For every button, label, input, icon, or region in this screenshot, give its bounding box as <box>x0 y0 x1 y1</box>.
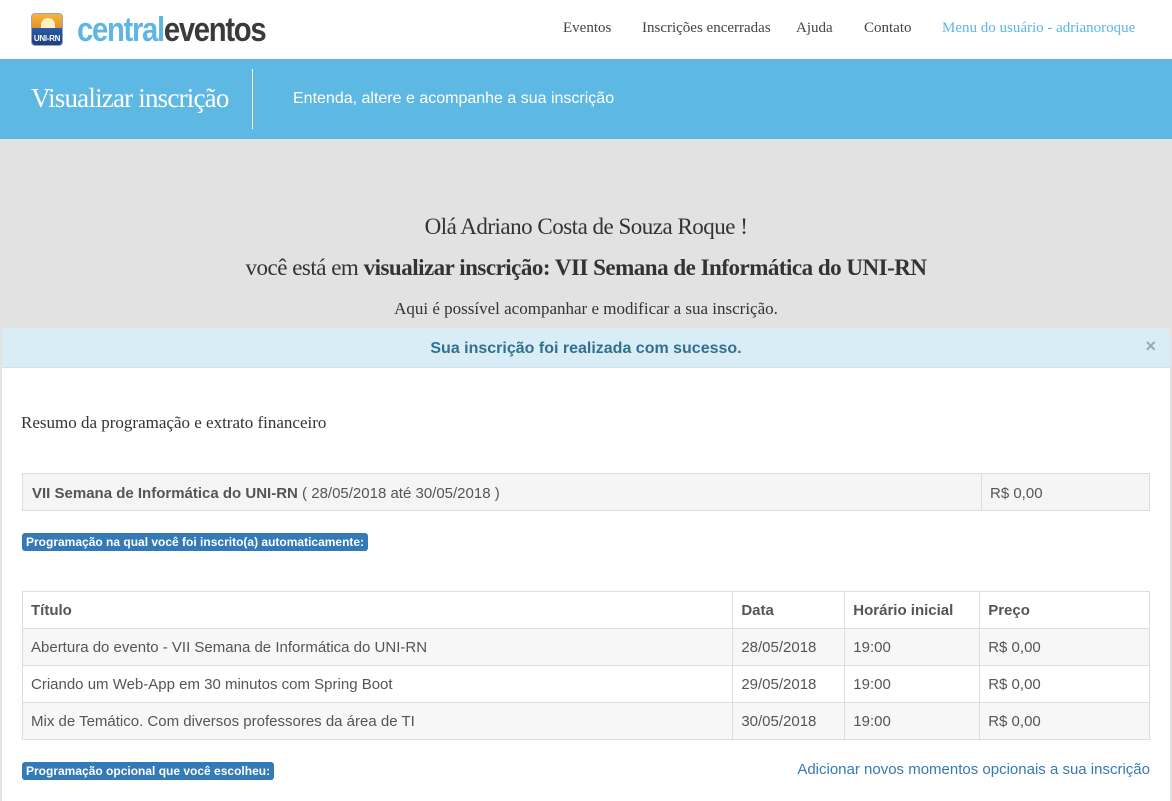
success-alert-message: Sua inscrição foi realizada com sucesso. <box>430 340 742 357</box>
nav-ajuda[interactable]: Ajuda <box>796 20 833 37</box>
logo-badge-text: UNI-RN <box>33 34 61 43</box>
event-summary-row: VII Semana de Informática do UNI-RN ( 28… <box>22 473 1150 511</box>
cell-horario: 19:00 <box>844 702 981 740</box>
cell-titulo: Criando um Web-App em 30 minutos com Spr… <box>21 665 734 703</box>
nav-user-menu[interactable]: Menu do usuário - adrianoroque <box>942 20 1135 37</box>
auto-program-label: Programação na qual você foi inscrito(a)… <box>22 533 369 551</box>
greeting-name: Olá Adriano Costa de Souza Roque ! <box>424 214 748 239</box>
column-header-titulo: Título <box>21 591 734 629</box>
greeting-location: você está em visualizar inscrição: VII S… <box>0 255 1172 281</box>
logo-sun-shape <box>41 18 55 28</box>
table-header-row: Título Data Horário inicial Preço <box>21 591 1150 629</box>
cell-titulo: Mix de Temático. Com diversos professore… <box>21 702 734 740</box>
uni-rn-logo-icon[interactable]: UNI-RN <box>31 13 63 46</box>
cell-preco: R$ 0,00 <box>979 665 1150 703</box>
add-optional-moments-link[interactable]: Adicionar novos momentos opcionais a sua… <box>797 761 1150 778</box>
optional-program-label: Programação opcional que você escolheu: <box>22 762 275 780</box>
wordmark-eventos: eventos <box>163 11 267 49</box>
cell-horario: 19:00 <box>844 628 981 666</box>
table-row: Abertura do evento - VII Semana de Infor… <box>21 628 1150 666</box>
cell-preco: R$ 0,00 <box>979 628 1150 666</box>
nav-eventos[interactable]: Eventos <box>563 20 611 37</box>
auto-program-table: Título Data Horário inicial Preço Abertu… <box>21 591 1150 740</box>
nav-contato[interactable]: Contato <box>864 20 912 37</box>
page-title: Visualizar inscrição <box>31 83 229 113</box>
event-dates: ( 28/05/2018 até 30/05/2018 ) <box>297 485 500 502</box>
event-summary-name: VII Semana de Informática do UNI-RN ( 28… <box>32 485 500 502</box>
nav-inscricoes-encerradas[interactable]: Inscrições encerradas <box>642 20 771 37</box>
table-row: Criando um Web-App em 30 minutos com Spr… <box>21 665 1150 703</box>
column-header-data: Data <box>732 591 846 629</box>
page-header-band: Visualizar inscrição Entenda, altere e a… <box>0 59 1172 139</box>
site-wordmark[interactable]: centraleventos <box>77 10 267 50</box>
summary-title: Resumo da programação e extrato financei… <box>21 413 327 432</box>
event-price: R$ 0,00 <box>990 485 1043 502</box>
header-divider <box>252 69 253 129</box>
success-alert: Sua inscrição foi realizada com sucesso.… <box>2 328 1170 368</box>
page-subtitle: Entenda, altere e acompanhe a sua inscri… <box>293 90 615 107</box>
top-navbar: UNI-RN centraleventos Eventos Inscrições… <box>0 0 1172 59</box>
cell-data: 28/05/2018 <box>732 628 846 666</box>
cell-horario: 19:00 <box>844 665 981 703</box>
cell-preco: R$ 0,00 <box>979 702 1150 740</box>
column-header-horario: Horário inicial <box>844 591 981 629</box>
table-row: Mix de Temático. Com diversos professore… <box>21 702 1150 740</box>
column-header-preco: Preço <box>979 591 1150 629</box>
greeting-location-prefix: você está em <box>245 255 364 280</box>
event-name: VII Semana de Informática do UNI-RN <box>32 485 298 502</box>
cell-data: 30/05/2018 <box>732 702 846 740</box>
cell-data: 29/05/2018 <box>732 665 846 703</box>
cell-titulo: Abertura do evento - VII Semana de Infor… <box>21 628 734 666</box>
close-icon[interactable]: × <box>1145 336 1156 357</box>
greeting-location-bold: visualizar inscrição: VII Semana de Info… <box>363 255 927 280</box>
wordmark-central: central <box>77 11 165 49</box>
greeting-help: Aqui é possível acompanhar e modificar a… <box>394 299 778 318</box>
content-panel: Sua inscrição foi realizada com sucesso.… <box>2 328 1170 801</box>
event-summary-divider <box>981 474 982 510</box>
